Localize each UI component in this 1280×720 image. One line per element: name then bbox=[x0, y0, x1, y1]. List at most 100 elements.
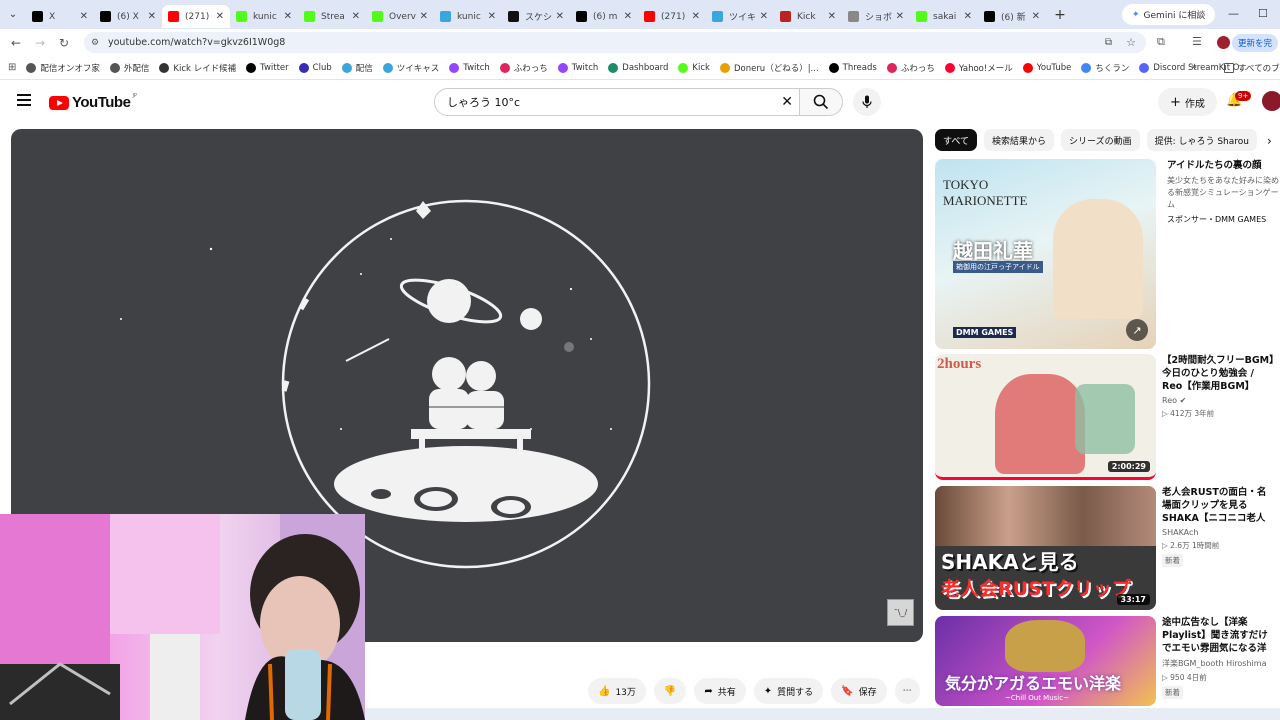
browser-tab[interactable]: X ✕ bbox=[26, 5, 94, 28]
more-bookmarks-icon[interactable]: » bbox=[1191, 62, 1197, 73]
bookmark-item[interactable]: Threads bbox=[828, 62, 877, 74]
close-tab-icon[interactable]: ✕ bbox=[624, 11, 632, 22]
filter-chip[interactable]: シリーズの動画 bbox=[1061, 129, 1140, 151]
close-tab-icon[interactable]: ✕ bbox=[828, 11, 836, 22]
profile-avatar[interactable] bbox=[1217, 36, 1230, 49]
apps-grid-icon[interactable]: ⊞ bbox=[8, 62, 16, 73]
tab-search-icon[interactable]: ⌄ bbox=[0, 0, 26, 29]
rec-thumbnail[interactable]: SHAKAと見る 老人会RUSTクリップ 33:17 bbox=[935, 486, 1156, 610]
menu-hamburger-icon[interactable] bbox=[17, 94, 31, 106]
ask-button[interactable]: ✦ 質問する bbox=[753, 678, 824, 704]
dislike-button[interactable]: 👎 bbox=[653, 678, 687, 704]
bookmark-item[interactable]: ツイキャス bbox=[382, 62, 439, 74]
bookmark-item[interactable]: ちくラン bbox=[1081, 62, 1129, 74]
bookmark-item[interactable]: Club bbox=[298, 62, 332, 74]
bookmark-item[interactable]: 配信 bbox=[341, 62, 373, 74]
rec-title[interactable]: 老人会RUSTの面白・名場面クリップを見るSHAKA【ニコニコ老人会RUST】 bbox=[1162, 486, 1274, 525]
close-tab-icon[interactable]: ✕ bbox=[216, 11, 224, 22]
browser-tab[interactable]: sakai ✕ bbox=[910, 5, 978, 28]
browser-tab[interactable]: (6) X ✕ bbox=[94, 5, 162, 28]
search-input[interactable]: しゃろう 10°c ✕ bbox=[434, 88, 800, 116]
extensions-icon[interactable]: ⧉ bbox=[1157, 35, 1165, 49]
browser-tab[interactable]: kunic ✕ bbox=[230, 5, 298, 28]
update-button[interactable]: 更新を完 bbox=[1231, 34, 1278, 52]
omnibox[interactable]: ⚙ youtube.com/watch?v=gkvz6I1W0g8 ⧉ ☆ bbox=[84, 32, 1146, 53]
maximize-icon[interactable]: ☐ bbox=[1258, 7, 1268, 20]
bookmark-item[interactable]: 配信オンオフ家 bbox=[26, 62, 100, 74]
rec-channel[interactable]: 洋楽BGM_booth Hiroshima bbox=[1162, 658, 1274, 669]
save-button[interactable]: 🔖 保存 bbox=[831, 678, 887, 704]
close-tab-icon[interactable]: ✕ bbox=[692, 11, 700, 22]
youtube-logo[interactable]: YouTube JP bbox=[49, 93, 137, 111]
external-link-icon[interactable]: ↗ bbox=[1126, 319, 1148, 341]
bookmark-item[interactable]: Doneru（どねる）|... bbox=[719, 62, 819, 74]
minimize-icon[interactable]: — bbox=[1228, 7, 1239, 20]
rec-item-ad[interactable]: TOKYO MARIONETTE 越田礼華 箱御用の江戸っ子アイドル DMM G… bbox=[935, 159, 1280, 349]
browser-tab[interactable]: (271) ✕ bbox=[162, 5, 230, 28]
close-tab-icon[interactable]: ✕ bbox=[148, 11, 156, 22]
bookmark-item[interactable]: Dashboard bbox=[608, 62, 668, 74]
search-button[interactable] bbox=[799, 88, 843, 116]
close-tab-icon[interactable]: ✕ bbox=[80, 11, 88, 22]
rec-item[interactable]: 気分がアガるエモい洋楽 ~Chill Out Music~ 途中広告なし【洋楽P… bbox=[935, 616, 1280, 720]
rec-channel[interactable]: SHAKAch bbox=[1162, 528, 1274, 537]
filter-chip[interactable]: すべて bbox=[935, 129, 978, 151]
bookmark-item[interactable]: Twitch bbox=[557, 62, 598, 74]
gemini-button[interactable]: ✦ Gemini に相談 bbox=[1122, 4, 1216, 25]
bookmark-item[interactable]: ふわっち bbox=[886, 62, 935, 74]
close-tab-icon[interactable]: ✕ bbox=[760, 11, 768, 22]
bookmark-item[interactable]: YouTube bbox=[1022, 62, 1071, 74]
reading-list-icon[interactable]: ☰ bbox=[1192, 35, 1202, 48]
browser-tab[interactable]: (271) ✕ bbox=[638, 5, 706, 28]
bookmark-item[interactable]: 外配信 bbox=[109, 62, 149, 74]
rec-title[interactable]: 【2時間耐久フリーBGM】今日のひとり勉強会 / Reo【作業用BGM】 bbox=[1162, 354, 1274, 393]
back-icon[interactable]: ← bbox=[4, 36, 28, 50]
voice-search-button[interactable] bbox=[853, 88, 881, 116]
bookmark-item[interactable]: Kick レイド候補 bbox=[159, 62, 236, 74]
rec-item[interactable]: SHAKAと見る 老人会RUSTクリップ 33:17 老人会RUSTの面白・名場… bbox=[935, 486, 1280, 610]
rec-thumbnail[interactable]: 気分がアガるエモい洋楽 ~Chill Out Music~ bbox=[935, 616, 1156, 706]
chips-next-icon[interactable]: › bbox=[1267, 134, 1272, 148]
share-button[interactable]: ➦ 共有 bbox=[694, 678, 746, 704]
close-tab-icon[interactable]: ✕ bbox=[1032, 11, 1040, 22]
bookmark-item[interactable]: Twitch bbox=[449, 62, 490, 74]
close-tab-icon[interactable]: ✕ bbox=[488, 11, 496, 22]
forward-icon[interactable]: → bbox=[28, 36, 52, 50]
account-avatar[interactable] bbox=[1262, 91, 1280, 111]
rec-thumbnail[interactable]: 2hours 2:00:29 bbox=[935, 354, 1156, 480]
rec-channel[interactable]: Reo ✔ bbox=[1162, 396, 1274, 405]
install-icon[interactable]: ⧉ bbox=[1105, 37, 1112, 48]
browser-tab[interactable]: kunic ✕ bbox=[434, 5, 502, 28]
close-tab-icon[interactable]: ✕ bbox=[896, 11, 904, 22]
bookmark-item[interactable]: Yahoo!メール bbox=[944, 62, 1013, 74]
filter-chip[interactable]: 検索結果から bbox=[984, 129, 1055, 151]
bookmark-star-icon[interactable]: ☆ bbox=[1126, 36, 1136, 49]
rec-item[interactable]: 2hours 2:00:29 【2時間耐久フリーBGM】今日のひとり勉強会 / … bbox=[935, 354, 1280, 480]
browser-tab[interactable]: (6) 新 ✕ bbox=[978, 5, 1046, 28]
close-tab-icon[interactable]: ✕ bbox=[284, 11, 292, 22]
reload-icon[interactable]: ↻ bbox=[52, 36, 76, 50]
clear-search-icon[interactable]: ✕ bbox=[781, 94, 793, 110]
close-tab-icon[interactable]: ✕ bbox=[556, 11, 564, 22]
rec-thumbnail[interactable]: TOKYO MARIONETTE 越田礼華 箱御用の江戸っ子アイドル DMM G… bbox=[935, 159, 1156, 349]
create-button[interactable]: + 作成 bbox=[1158, 88, 1217, 116]
more-actions-button[interactable]: ⋯ bbox=[894, 678, 920, 704]
close-tab-icon[interactable]: ✕ bbox=[420, 11, 428, 22]
new-tab-button[interactable]: + bbox=[1046, 7, 1074, 23]
close-tab-icon[interactable]: ✕ bbox=[964, 11, 972, 22]
bookmark-item[interactable]: Kick bbox=[678, 62, 710, 74]
browser-tab[interactable]: Overv ✕ bbox=[366, 5, 434, 28]
browser-tab[interactable]: ショボ ✕ bbox=[842, 5, 910, 28]
all-bookmarks-folder[interactable]: すべてのブッ bbox=[1224, 62, 1280, 74]
browser-tab[interactable]: Kick ✕ bbox=[774, 5, 842, 28]
overlay-widget-icon[interactable]: ¯\_/ bbox=[887, 599, 914, 626]
close-tab-icon[interactable]: ✕ bbox=[352, 11, 360, 22]
browser-tab[interactable]: Strea ✕ bbox=[298, 5, 366, 28]
browser-tab[interactable]: ツイキ ✕ bbox=[706, 5, 774, 28]
like-button[interactable]: 👍 13万 bbox=[588, 678, 646, 704]
browser-tab[interactable]: (6) m ✕ bbox=[570, 5, 638, 28]
site-info-icon[interactable]: ⚙ bbox=[91, 38, 99, 48]
rec-title[interactable]: 途中広告なし【洋楽Playlist】聞き流すだけでエモい雰囲気になる洋楽BGM｜… bbox=[1162, 616, 1274, 655]
browser-tab[interactable]: スケシ ✕ bbox=[502, 5, 570, 28]
filter-chip[interactable]: 提供: しゃろう Sharou bbox=[1146, 129, 1257, 151]
